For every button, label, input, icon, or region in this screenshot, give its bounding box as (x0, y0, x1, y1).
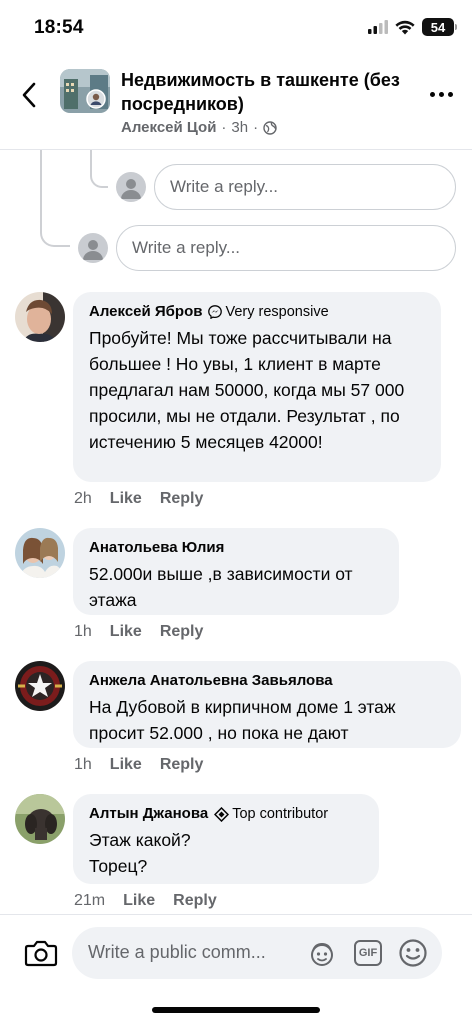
camera-button[interactable] (24, 937, 58, 969)
reply-row: Write a reply... (78, 225, 456, 271)
post-time: 3h (231, 119, 249, 136)
back-button[interactable] (14, 78, 44, 112)
comment-time: 21m (74, 892, 106, 909)
signal-icon (368, 20, 388, 34)
avatar[interactable] (15, 528, 65, 578)
post-meta: Алексей Цой · 3h · (121, 119, 277, 136)
comment-input[interactable]: Write a public comm... GIF (72, 927, 442, 979)
comment-time: 1h (74, 756, 92, 773)
status-icons: 54 (368, 18, 457, 36)
comment-composer: Write a public comm... GIF (0, 914, 472, 1024)
avatar-sticker-icon[interactable] (308, 940, 336, 968)
chevron-left-icon (22, 82, 36, 108)
thread-line (90, 150, 108, 188)
commenter-name[interactable]: Анжела Анатольевна Завьялова (89, 671, 333, 691)
gif-button[interactable]: GIF (354, 940, 382, 966)
thread-line (40, 150, 70, 247)
comment-text: 52.000и выше ,в зависимости от этажа (89, 564, 353, 610)
more-options-button[interactable] (426, 84, 456, 104)
comment-bubble: Анжела Анатольевна Завьялова На Дубовой … (73, 661, 461, 748)
reply-button[interactable]: Reply (160, 490, 204, 508)
like-button[interactable]: Like (110, 490, 142, 508)
reply-input[interactable]: Write a reply... (116, 225, 456, 271)
comment-actions: 21m Like Reply (74, 892, 217, 910)
more-dot-icon (438, 91, 444, 97)
emoji-icon[interactable] (398, 938, 428, 968)
like-button[interactable]: Like (110, 756, 142, 774)
more-dot-icon (429, 91, 435, 97)
comment-actions: 1h Like Reply (74, 623, 203, 641)
home-indicator[interactable] (152, 1007, 320, 1013)
post-header: Недвижимость в ташкенте (без посредников… (0, 56, 472, 150)
avatar[interactable] (15, 661, 65, 711)
badge-label: Very responsive (225, 304, 329, 320)
comment-text: Пробуйте! Мы тоже рассчитывали на больше… (89, 328, 405, 452)
post-title: Недвижимость в ташкенте (без посредников… (121, 70, 400, 114)
comment-text: На Дубовой в кирпичном доме 1 этаж проси… (89, 697, 396, 743)
user-avatar (78, 233, 108, 263)
user-avatar (116, 172, 146, 202)
avatar[interactable] (15, 292, 65, 342)
messenger-icon (208, 305, 223, 319)
reply-button[interactable]: Reply (160, 623, 204, 641)
reply-row: Write a reply... (116, 164, 456, 210)
avatar[interactable] (15, 794, 65, 844)
commenter-name[interactable]: Алексей Ябров (89, 302, 202, 322)
post-author[interactable]: Алексей Цой (121, 119, 216, 136)
status-time: 18:54 (34, 17, 84, 38)
reply-input[interactable]: Write a reply... (154, 164, 456, 210)
like-button[interactable]: Like (110, 623, 142, 641)
status-bar: 18:54 54 (0, 0, 472, 56)
comment-time: 1h (74, 623, 92, 640)
commenter-name[interactable]: Анатольева Юлия (89, 538, 224, 558)
very-responsive-badge: Very responsive (208, 302, 329, 322)
comment-input-placeholder: Write a public comm... (88, 942, 266, 962)
top-contributor-icon (214, 806, 230, 822)
reply-button[interactable]: Reply (160, 756, 204, 774)
comment-time: 2h (74, 490, 92, 507)
battery-indicator: 54 (422, 18, 457, 36)
wifi-icon (395, 20, 415, 34)
gif-label: GIF (358, 947, 378, 959)
comment-bubble: Алексей Ябров Very responsive Пробуйте! … (73, 292, 441, 482)
like-button[interactable]: Like (123, 892, 155, 910)
comment-bubble: Анатольева Юлия 52.000и выше ,в зависимо… (73, 528, 399, 615)
commenter-name[interactable]: Алтын Джанова (89, 804, 208, 824)
comment-text: Этаж какой? Торец? (89, 830, 191, 876)
comment-actions: 1h Like Reply (74, 756, 203, 774)
more-dot-icon (447, 91, 453, 97)
reply-button[interactable]: Reply (173, 892, 217, 910)
badge-label: Top contributor (232, 806, 329, 822)
top-contributor-badge: Top contributor (214, 804, 328, 824)
comment-bubble: Алтын Джанова Top contributor Этаж какой… (73, 794, 379, 884)
camera-icon (24, 940, 58, 967)
comment-actions: 2h Like Reply (74, 490, 203, 508)
globe-icon (263, 120, 277, 135)
group-avatar[interactable] (60, 69, 110, 113)
